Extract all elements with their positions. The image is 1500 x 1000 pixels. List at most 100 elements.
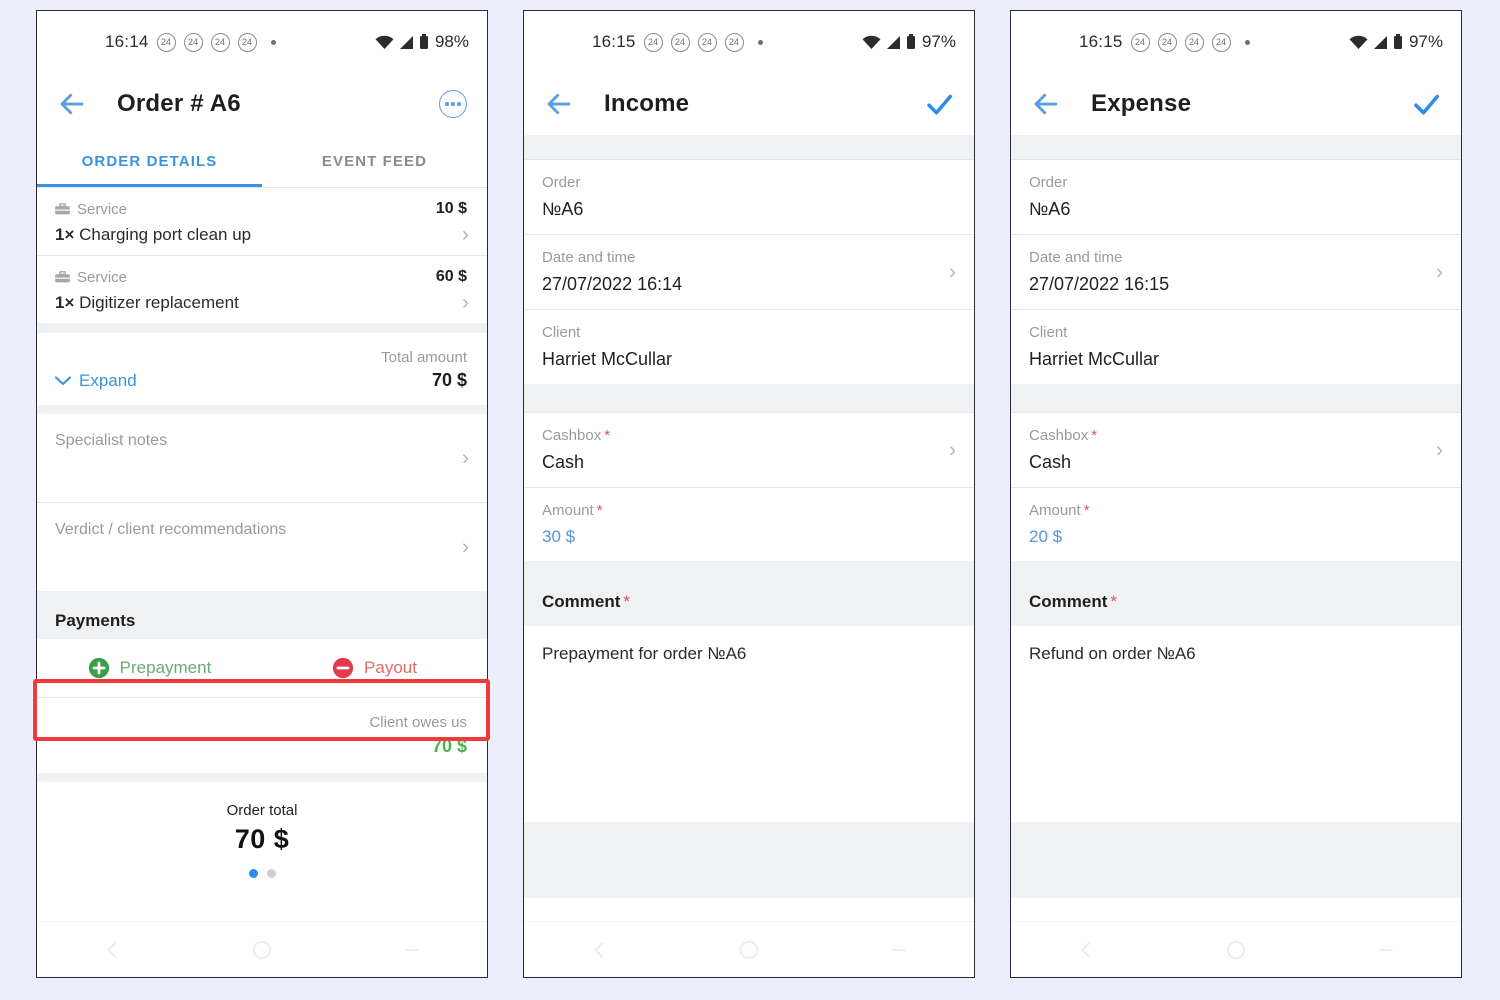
service-row[interactable]: Service 10 $ 1× Charging port clean up › xyxy=(37,188,487,255)
back-arrow-icon[interactable] xyxy=(57,89,87,119)
home-icon[interactable] xyxy=(738,939,760,961)
section-spacer xyxy=(1011,561,1461,576)
page-title: Expense xyxy=(1091,90,1192,117)
field-amount[interactable]: Amount * 30 $ xyxy=(524,488,974,561)
section-spacer xyxy=(1011,384,1461,412)
status-bar-left: 16:15 24 24 24 24 xyxy=(592,32,763,52)
field-cashbox[interactable]: Cashbox * Cash › xyxy=(524,413,974,487)
comment-title: Comment * xyxy=(542,592,956,612)
chevron-right-icon[interactable]: › xyxy=(462,224,469,245)
section-spacer xyxy=(524,135,974,159)
tab-order-details[interactable]: ORDER DETAILS xyxy=(37,135,262,187)
back-arrow-icon[interactable] xyxy=(1031,89,1061,119)
recents-icon[interactable] xyxy=(401,939,423,961)
field-client[interactable]: Client Harriet McCullar xyxy=(1011,310,1461,384)
notification-badge-icon: 24 xyxy=(724,32,744,52)
section-spacer xyxy=(37,773,487,782)
service-row-header: Service 60 $ xyxy=(55,268,467,286)
service-row[interactable]: Service 60 $ 1× Digitizer replacement › xyxy=(37,256,487,323)
tab-active-indicator xyxy=(37,184,262,187)
field-date-and-time[interactable]: Date and time 27/07/2022 16:14 › xyxy=(524,235,974,309)
field-label: Cashbox * xyxy=(1029,427,1415,444)
section-spacer xyxy=(524,561,974,576)
comment-text: Refund on order №A6 xyxy=(1029,644,1196,663)
home-icon[interactable] xyxy=(1225,939,1247,961)
required-marker: * xyxy=(1091,427,1098,444)
status-bar-right: 98% xyxy=(375,32,469,52)
required-marker: * xyxy=(1083,502,1090,519)
chevron-right-icon[interactable]: › xyxy=(462,448,469,469)
home-icon[interactable] xyxy=(251,939,273,961)
chevron-right-icon[interactable]: › xyxy=(462,292,469,313)
briefcase-icon xyxy=(55,202,70,214)
expand-button[interactable]: Expand xyxy=(55,371,137,391)
field-label-text: Client xyxy=(1029,324,1068,341)
status-bar: 16:15 24 24 24 24 97% xyxy=(1011,11,1461,73)
back-icon[interactable] xyxy=(1075,939,1097,961)
payments-title: Payments xyxy=(55,611,136,630)
back-arrow-icon[interactable] xyxy=(544,89,574,119)
field-date-and-time[interactable]: Date and time 27/07/2022 16:15 › xyxy=(1011,235,1461,309)
specialist-notes-row[interactable]: Specialist notes › xyxy=(37,414,487,502)
order-total-block: Order total 70 $ xyxy=(37,782,487,888)
android-nav-bar xyxy=(524,921,974,977)
field-value: Harriet McCullar xyxy=(1029,349,1160,369)
verdict-recommendations-row[interactable]: Verdict / client recommendations › xyxy=(37,503,487,591)
service-title: Charging port clean up xyxy=(79,225,252,244)
field-value: Cash xyxy=(542,452,585,472)
battery-percent-label: 97% xyxy=(921,32,956,51)
battery-percent-label: 98% xyxy=(434,32,469,51)
app-bar: Income xyxy=(524,73,974,135)
field-order[interactable]: Order №A6 xyxy=(1011,160,1461,234)
comment-input[interactable]: Refund on order №A6 xyxy=(1011,626,1461,822)
total-amount-block: Total amount 70 $ xyxy=(381,349,467,391)
notification-badge-icon: 24 xyxy=(237,32,257,52)
recents-icon[interactable] xyxy=(1375,939,1397,961)
field-amount[interactable]: Amount * 20 $ xyxy=(1011,488,1461,561)
chevron-right-icon[interactable]: › xyxy=(1436,262,1443,283)
prepayment-button[interactable]: Prepayment xyxy=(37,639,262,697)
field-value: 27/07/2022 16:14 xyxy=(542,274,683,294)
field-label: Date and time xyxy=(542,249,928,266)
order-total-label: Order total xyxy=(226,802,298,819)
field-order[interactable]: Order №A6 xyxy=(524,160,974,234)
page-dot-2[interactable] xyxy=(266,869,276,878)
more-notifications-dot-icon xyxy=(1244,39,1250,45)
field-cashbox[interactable]: Cashbox * Cash › xyxy=(1011,413,1461,487)
comment-input[interactable]: Prepayment for order №A6 xyxy=(524,626,974,822)
required-marker: * xyxy=(623,592,631,611)
field-label: Cashbox * xyxy=(542,427,928,444)
field-label: Order xyxy=(1029,174,1415,191)
tab-bar: ORDER DETAILS EVENT FEED xyxy=(37,135,487,187)
chevron-right-icon[interactable]: › xyxy=(949,262,956,283)
field-label-text: Amount xyxy=(542,502,594,519)
bottom-spacer xyxy=(1011,822,1461,898)
comment-text: Prepayment for order №A6 xyxy=(542,644,747,663)
comment-title-text: Comment xyxy=(542,592,621,611)
app-bar: Expense xyxy=(1011,73,1461,135)
payment-actions: Prepayment Payout xyxy=(37,639,487,697)
check-icon[interactable] xyxy=(924,89,954,119)
page-title: Income xyxy=(604,90,690,117)
more-options-icon[interactable] xyxy=(439,90,467,118)
field-client[interactable]: Client Harriet McCullar xyxy=(524,310,974,384)
comment-section-header: Comment * xyxy=(1011,576,1461,626)
field-label-text: Date and time xyxy=(1029,249,1123,266)
field-label-text: Cashbox xyxy=(542,427,602,444)
app-bar-actions xyxy=(1411,89,1441,119)
back-icon[interactable] xyxy=(588,939,610,961)
client-balance-label: Client owes us xyxy=(369,714,467,731)
page-dot-1[interactable] xyxy=(248,869,258,878)
payout-label: Payout xyxy=(364,658,417,677)
service-qty: 1× xyxy=(55,225,75,244)
tab-event-feed[interactable]: EVENT FEED xyxy=(262,135,487,187)
check-icon[interactable] xyxy=(1411,89,1441,119)
more-notifications-dot-icon xyxy=(270,39,276,45)
recents-icon[interactable] xyxy=(888,939,910,961)
chevron-right-icon[interactable]: › xyxy=(1436,440,1443,461)
payout-button[interactable]: Payout xyxy=(262,639,487,697)
chevron-right-icon[interactable]: › xyxy=(462,537,469,558)
chevron-right-icon[interactable]: › xyxy=(949,440,956,461)
wifi-icon xyxy=(375,35,394,49)
back-icon[interactable] xyxy=(101,939,123,961)
